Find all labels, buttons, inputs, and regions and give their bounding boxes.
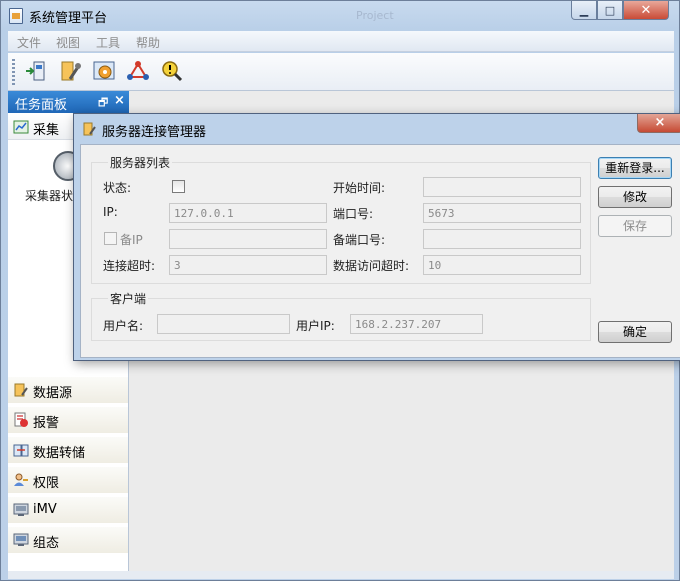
backup-ip-field[interactable] [169,229,327,249]
backup-port-field[interactable] [423,229,581,249]
save-button[interactable]: 保存 [598,215,672,237]
ip-field[interactable]: 127.0.0.1 [169,203,327,223]
group-label: 组态 [33,536,60,551]
settings-icon[interactable] [58,59,82,83]
group-label: 权限 [33,476,60,491]
group-permission[interactable]: 权限 [8,467,128,493]
task-panel-header: 任务面板 🗗 × [8,91,129,113]
toolbar-grip[interactable] [12,59,15,85]
relogin-button[interactable]: 重新登录... [598,157,672,179]
dialog-body: 服务器列表 状态: 开始时间: IP: 127.0.0.1 端口号: 5673 … [80,144,680,358]
import-icon[interactable] [24,59,48,83]
menu-tools[interactable]: 工具 [96,34,120,51]
backup-ip-label: 备IP [120,233,143,247]
ok-button[interactable]: 确定 [598,321,672,343]
group-datasource[interactable]: 数据源 [8,377,128,403]
app-icon [9,8,23,24]
chart-icon [13,120,29,134]
minimize-button[interactable]: ▁ [571,1,597,20]
username-label: 用户名: [103,319,144,333]
group-label: 报警 [33,416,60,431]
warning-search-icon[interactable] [160,59,184,83]
group-label: 采集 [33,123,60,138]
network-icon[interactable] [126,59,150,83]
server-group-title: 服务器列表 [108,154,173,171]
title-bar[interactable]: 系统管理平台 Project ▁ □ ✕ [1,1,680,31]
username-field[interactable] [157,314,290,334]
task-panel-title: 任务面板 [15,98,68,113]
server-list-group: 服务器列表 状态: 开始时间: IP: 127.0.0.1 端口号: 5673 … [91,154,591,284]
ghost-title: Project [356,9,394,22]
modify-button[interactable]: 修改 [598,186,672,208]
backup-ip-checkbox[interactable] [104,232,117,245]
datasource-icon [14,383,28,397]
data-dump-icon [13,444,29,457]
toolbar [8,53,674,91]
group-config[interactable]: 组态 [8,527,128,553]
config-gear-icon[interactable] [92,59,116,83]
dialog-close-button[interactable]: × [637,114,680,133]
group-label: 数据源 [33,386,73,401]
menu-bar: 文件 视图 工具 帮助 [8,31,674,52]
group-imv[interactable]: iMV [8,497,128,523]
port-field[interactable]: 5673 [423,203,581,223]
group-label: 数据转储 [33,446,86,461]
client-group-title: 客户端 [108,290,149,307]
server-connection-dialog: 服务器连接管理器 × 服务器列表 状态: 开始时间: IP: 127.0.0.1… [73,113,680,361]
group-alarm[interactable]: 报警 [8,407,128,433]
server-icon [83,122,96,136]
close-window-button[interactable]: ✕ [623,1,669,20]
port-label: 端口号: [333,207,374,221]
client-group: 客户端 用户名: 用户IP: 168.2.237.207 [91,290,591,341]
ip-label: IP: [103,205,118,219]
group-data-dump[interactable]: 数据转储 [8,437,128,463]
collector-label: 采集器状 [25,189,74,203]
menu-view[interactable]: 视图 [56,34,80,51]
start-time-field[interactable] [423,177,581,197]
user-ip-label: 用户IP: [296,319,335,333]
maximize-button[interactable]: □ [597,1,623,20]
user-key-icon [14,473,28,486]
close-icon[interactable]: × [114,93,125,108]
start-time-label: 开始时间: [333,181,386,195]
dialog-title: 服务器连接管理器 [102,125,207,140]
data-timeout-label: 数据访问超时: [333,259,410,273]
config-icon [13,533,29,546]
status-label: 状态: [103,181,132,195]
user-ip-field[interactable]: 168.2.237.207 [350,314,483,334]
menu-file[interactable]: 文件 [17,34,41,51]
connect-timeout-field[interactable]: 3 [169,255,327,275]
connect-timeout-label: 连接超时: [103,259,156,273]
alarm-icon [14,412,28,427]
imv-icon [13,503,29,516]
pin-icon[interactable]: 🗗 [98,94,108,113]
menu-help[interactable]: 帮助 [136,34,160,51]
data-timeout-field[interactable]: 10 [423,255,581,275]
backup-port-label: 备端口号: [333,233,386,247]
status-bar [8,571,674,579]
status-checkbox[interactable] [172,180,185,193]
group-label: iMV [33,502,57,517]
window-title: 系统管理平台 [29,11,108,26]
